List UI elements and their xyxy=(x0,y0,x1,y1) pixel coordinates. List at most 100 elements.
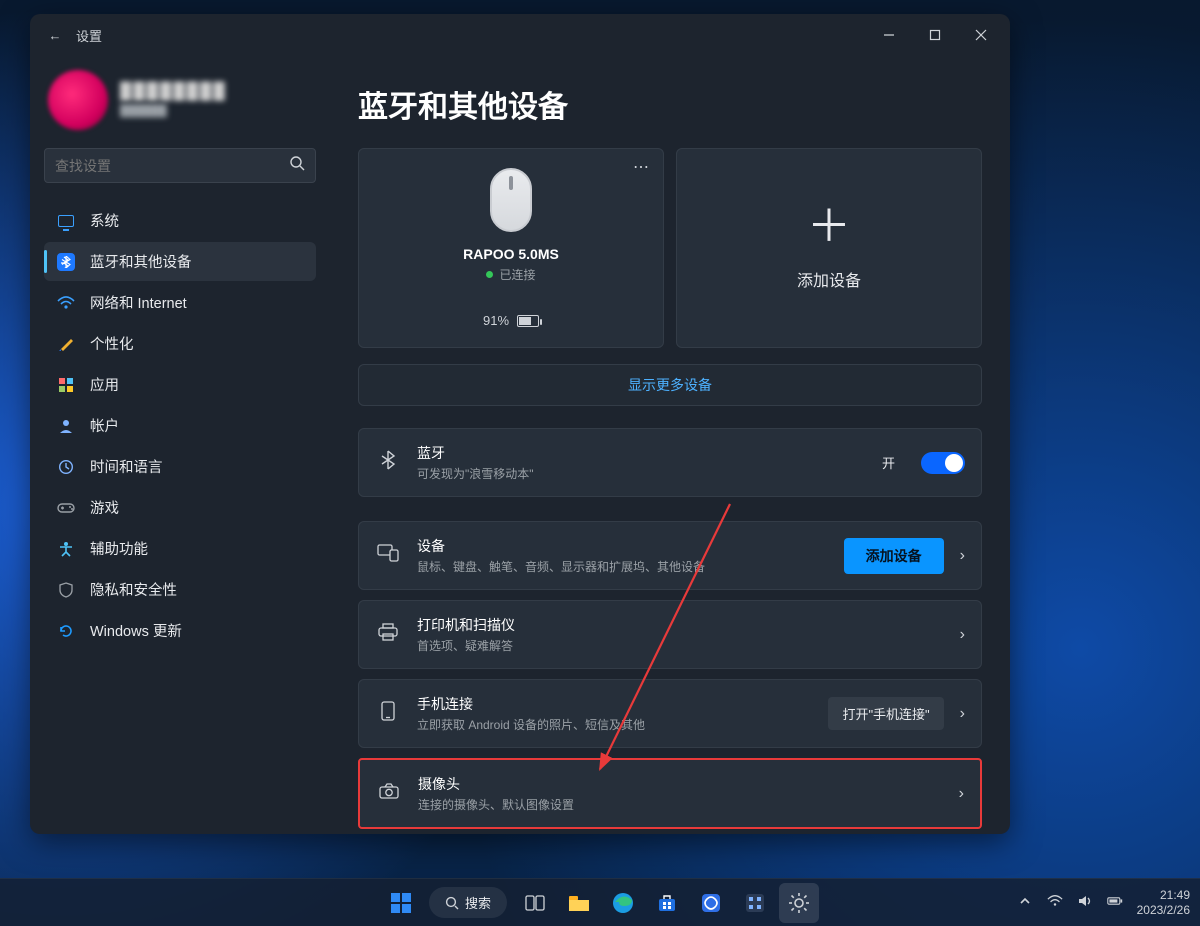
taskbar: 搜索 xyxy=(0,878,1200,926)
sidebar-item-network[interactable]: 网络和 Internet xyxy=(44,283,316,322)
search-icon xyxy=(289,155,305,176)
sidebar-item-accounts[interactable]: 帐户 xyxy=(44,406,316,445)
tray-battery-icon[interactable] xyxy=(1107,893,1123,912)
shield-icon xyxy=(56,580,76,600)
bluetooth-toggle[interactable] xyxy=(921,452,965,474)
row-phone-link[interactable]: 手机连接 立即获取 Android 设备的照片、短信及其他 打开"手机连接" › xyxy=(358,679,982,748)
search-input[interactable] xyxy=(55,158,289,174)
wifi-icon xyxy=(56,293,76,313)
sidebar-item-label: 网络和 Internet xyxy=(90,292,187,313)
content: 蓝牙和其他设备 ⋯ RAPOO 5.0MS 已连接 91% xyxy=(330,56,1010,834)
app-title: 设置 xyxy=(76,26,102,45)
clock-icon xyxy=(56,457,76,477)
row-title: 打印机和扫描仪 xyxy=(417,615,944,635)
app-icon-2[interactable] xyxy=(735,883,775,923)
toggle-state-label: 开 xyxy=(882,453,895,472)
sidebar-item-label: 辅助功能 xyxy=(90,538,148,559)
sidebar-item-label: 系统 xyxy=(90,210,119,231)
apps-icon xyxy=(56,375,76,395)
add-device-label: 添加设备 xyxy=(797,267,861,291)
sidebar-item-gaming[interactable]: 游戏 xyxy=(44,488,316,527)
tray-volume-icon[interactable] xyxy=(1077,893,1093,912)
row-camera[interactable]: 摄像头 连接的摄像头、默认图像设置 › xyxy=(358,758,982,829)
sidebar-item-apps[interactable]: 应用 xyxy=(44,365,316,404)
status-dot-icon xyxy=(486,271,493,278)
taskbar-search-label: 搜索 xyxy=(465,893,491,912)
row-subtitle: 连接的摄像头、默认图像设置 xyxy=(418,796,943,813)
chevron-right-icon: › xyxy=(960,547,965,565)
chevron-right-icon: › xyxy=(960,626,965,644)
add-device-button[interactable]: 添加设备 xyxy=(844,538,944,574)
tray-chevron-icon[interactable] xyxy=(1017,893,1033,912)
row-subtitle: 鼠标、键盘、触笔、音频、显示器和扩展坞、其他设备 xyxy=(417,558,828,575)
settings-taskbar-icon[interactable] xyxy=(779,883,819,923)
explorer-icon[interactable] xyxy=(559,883,599,923)
back-button[interactable]: ← xyxy=(44,28,66,43)
bluetooth-icon xyxy=(56,252,76,272)
sidebar-item-update[interactable]: Windows 更新 xyxy=(44,611,316,650)
sidebar-item-label: 应用 xyxy=(90,374,119,395)
update-icon xyxy=(56,621,76,641)
tray-wifi-icon[interactable] xyxy=(1047,893,1063,912)
monitor-icon xyxy=(56,211,76,231)
sidebar-item-label: 蓝牙和其他设备 xyxy=(90,251,192,272)
tray-date: 2023/2/26 xyxy=(1137,903,1190,917)
sidebar-item-privacy[interactable]: 隐私和安全性 xyxy=(44,570,316,609)
sidebar-item-label: Windows 更新 xyxy=(90,620,182,641)
device-card-mouse[interactable]: ⋯ RAPOO 5.0MS 已连接 91% xyxy=(358,148,664,348)
titlebar: ← 设置 xyxy=(30,14,1010,56)
printer-icon xyxy=(375,623,401,646)
app-icon-1[interactable] xyxy=(691,883,731,923)
gamepad-icon xyxy=(56,498,76,518)
sidebar-item-bluetooth[interactable]: 蓝牙和其他设备 xyxy=(44,242,316,281)
start-button[interactable] xyxy=(381,883,421,923)
tray-clock[interactable]: 21:49 2023/2/26 xyxy=(1137,888,1190,917)
close-button[interactable] xyxy=(958,19,1004,51)
user-icon xyxy=(56,416,76,436)
edge-icon[interactable] xyxy=(603,883,643,923)
row-bluetooth-toggle: 蓝牙 可发现为"浪雪移动本" 开 xyxy=(358,428,982,497)
taskbar-search[interactable]: 搜索 xyxy=(429,887,507,918)
maximize-button[interactable] xyxy=(912,19,958,51)
sidebar-item-time[interactable]: 时间和语言 xyxy=(44,447,316,486)
minimize-button[interactable] xyxy=(866,19,912,51)
user-sub: ██████ xyxy=(120,105,227,117)
row-subtitle: 立即获取 Android 设备的照片、短信及其他 xyxy=(417,716,812,733)
row-title: 摄像头 xyxy=(418,774,943,794)
device-name: RAPOO 5.0MS xyxy=(463,246,559,262)
sidebar-item-system[interactable]: 系统 xyxy=(44,201,316,240)
sidebar-item-label: 时间和语言 xyxy=(90,456,163,477)
more-icon[interactable]: ⋯ xyxy=(633,157,651,177)
sidebar-item-label: 帐户 xyxy=(90,415,119,436)
search-box[interactable] xyxy=(44,148,316,183)
task-view-button[interactable] xyxy=(515,883,555,923)
chevron-right-icon: › xyxy=(959,785,964,803)
nav-list: 系统 蓝牙和其他设备 网络和 Internet 个性化 xyxy=(44,201,316,650)
show-more-devices[interactable]: 显示更多设备 xyxy=(358,364,982,406)
sidebar-item-label: 隐私和安全性 xyxy=(90,579,177,600)
add-device-tile[interactable]: ＋ 添加设备 xyxy=(676,148,982,348)
sidebar-item-label: 个性化 xyxy=(90,333,134,354)
row-title: 蓝牙 xyxy=(417,443,866,463)
system-tray[interactable]: 21:49 2023/2/26 xyxy=(1017,888,1190,917)
row-printers[interactable]: 打印机和扫描仪 首选项、疑难解答 › xyxy=(358,600,982,669)
row-title: 手机连接 xyxy=(417,694,812,714)
avatar xyxy=(48,70,108,130)
phone-icon xyxy=(375,701,401,726)
row-devices[interactable]: 设备 鼠标、键盘、触笔、音频、显示器和扩展坞、其他设备 添加设备 › xyxy=(358,521,982,590)
sidebar-item-personalization[interactable]: 个性化 xyxy=(44,324,316,363)
battery-icon xyxy=(517,315,539,327)
row-title: 设备 xyxy=(417,536,828,556)
user-block[interactable]: ████████ ██████ xyxy=(48,70,312,130)
devices-icon xyxy=(375,544,401,567)
tray-time: 21:49 xyxy=(1137,888,1190,902)
page-title: 蓝牙和其他设备 xyxy=(358,82,982,126)
store-icon[interactable] xyxy=(647,883,687,923)
open-phone-link-button[interactable]: 打开"手机连接" xyxy=(828,697,943,730)
camera-icon xyxy=(376,783,402,804)
device-battery: 91% xyxy=(483,313,539,328)
mouse-icon xyxy=(490,168,532,232)
sidebar-item-accessibility[interactable]: 辅助功能 xyxy=(44,529,316,568)
bluetooth-icon xyxy=(375,450,401,475)
accessibility-icon xyxy=(56,539,76,559)
